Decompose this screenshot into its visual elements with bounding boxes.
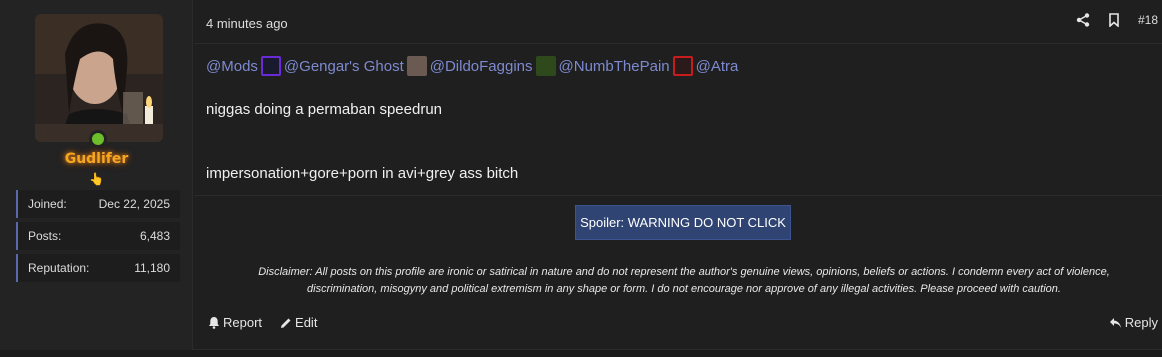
mention-link[interactable]: @Mods <box>206 58 258 75</box>
post-text-line: impersonation+gore+porn in avi+grey ass … <box>206 165 519 182</box>
post-content: 4 minutes ago #18 @Mods @Gengar's Ghost … <box>194 0 1162 350</box>
mentions-line: @Mods @Gengar's Ghost @DildoFaggins @Num… <box>206 56 738 76</box>
stat-label: Reputation: <box>28 261 90 275</box>
edit-button[interactable]: Edit <box>280 315 317 330</box>
share-icon[interactable] <box>1076 13 1090 27</box>
forum-post: Gudlifer 👆 Joined: Dec 22, 2025 Posts: 6… <box>0 0 1162 350</box>
avatar[interactable] <box>35 14 163 142</box>
mention-link[interactable]: @Gengar's Ghost <box>284 58 404 75</box>
stat-value: Dec 22, 2025 <box>98 197 170 211</box>
bookmark-icon[interactable] <box>1108 13 1120 27</box>
disclaimer-line: Disclaimer: All posts on this profile ar… <box>258 266 1110 278</box>
stat-value: 6,483 <box>139 229 170 243</box>
mention-avatar <box>672 56 693 76</box>
mention-avatar <box>406 56 427 76</box>
reply-arrow-icon <box>1109 317 1122 329</box>
mention-avatar <box>260 56 281 76</box>
signature-divider <box>194 195 1162 196</box>
stat-label: Joined: <box>28 197 67 211</box>
mention-avatar <box>535 56 556 76</box>
username[interactable]: Gudlifer <box>0 151 193 167</box>
post-text-line: niggas doing a permaban speedrun <box>206 101 443 118</box>
stat-reputation: Reputation: 11,180 <box>16 254 180 282</box>
post-meta-bar: 4 minutes ago #18 <box>194 0 1162 44</box>
pencil-icon <box>280 317 292 329</box>
edit-label: Edit <box>295 315 318 330</box>
report-label: Report <box>223 315 263 330</box>
avatar-image <box>35 14 163 142</box>
mention-link[interactable]: @DildoFaggins <box>430 58 533 75</box>
report-button[interactable]: Report <box>208 315 262 330</box>
stat-value: 11,180 <box>134 261 170 275</box>
post-actions-left: Report Edit <box>208 315 317 330</box>
reply-button[interactable]: Reply <box>1109 315 1158 330</box>
signature-disclaimer: Disclaimer: All posts on this profile ar… <box>224 264 1144 298</box>
mention-link[interactable]: @NumbThePain <box>559 58 670 75</box>
bell-icon <box>208 316 220 329</box>
user-stats: Joined: Dec 22, 2025 Posts: 6,483 Reputa… <box>16 190 180 286</box>
stat-label: Posts: <box>28 229 62 243</box>
post-number-link[interactable]: #18 <box>1138 13 1158 27</box>
pointing-hand-icon: 👆 <box>89 172 104 186</box>
reply-label: Reply <box>1124 315 1158 330</box>
mention-link[interactable]: @Atra <box>696 58 739 75</box>
disclaimer-line: discrimination, misogyny and political e… <box>307 283 1061 295</box>
stat-posts: Posts: 6,483 <box>16 222 180 250</box>
post-meta-actions: #18 <box>1076 13 1158 27</box>
stat-joined: Joined: Dec 22, 2025 <box>16 190 180 218</box>
post-timestamp[interactable]: 4 minutes ago <box>206 16 288 31</box>
online-status-indicator <box>89 130 107 148</box>
spoiler-button[interactable]: Spoiler: WARNING DO NOT CLICK <box>575 205 791 240</box>
user-info-panel: Gudlifer 👆 Joined: Dec 22, 2025 Posts: 6… <box>0 0 193 350</box>
post-actions-right: Reply <box>1109 315 1158 330</box>
